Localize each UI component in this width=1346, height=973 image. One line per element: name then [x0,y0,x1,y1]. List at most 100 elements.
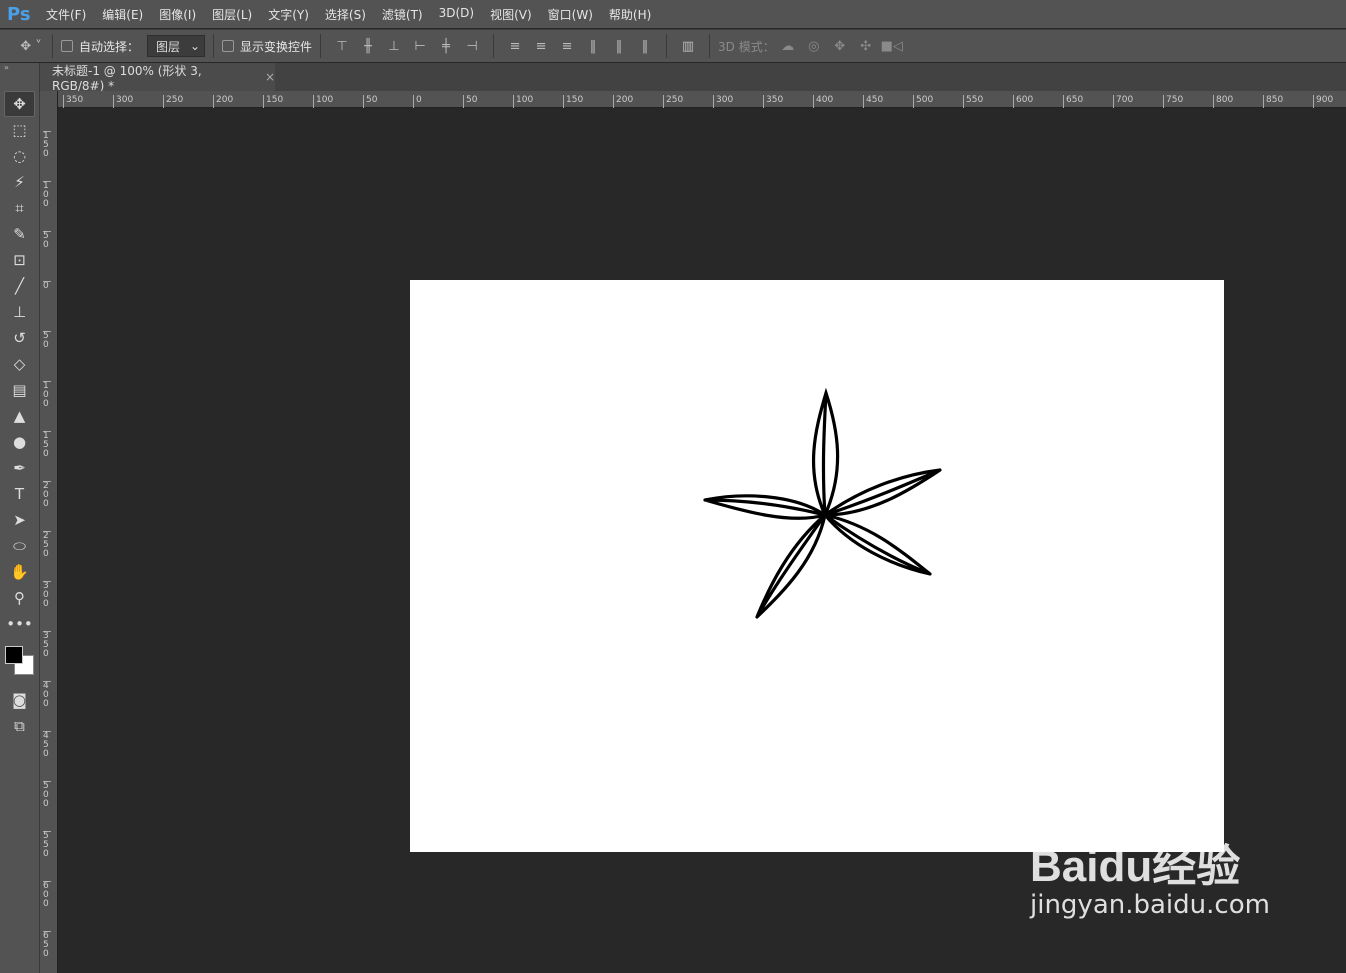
menu-9[interactable]: 窗口(W) [548,6,593,23]
align-vcenter-icon[interactable]: ╫ [355,39,381,54]
3d-slide-icon[interactable]: ✣ [853,39,879,54]
ruler-v-label: 50 [43,331,51,350]
3d-roll-icon[interactable]: ◎ [801,39,827,54]
distribute-bottom-icon[interactable]: ≡ [554,39,580,54]
horizontal-ruler[interactable]: 350 300 250 200 150 100 50 0 50 100 150 200 250 300 35… [58,91,1346,108]
pen-tool-icon[interactable]: ✒ [0,455,39,481]
screen-mode-icon[interactable]: ⧉ [0,713,39,739]
ruler-h-label: 50 [463,95,477,108]
3d-pan-icon[interactable]: ✥ [827,39,853,54]
distribute-vcenter-icon[interactable]: ≡ [528,39,554,54]
distribute-right-icon[interactable]: ‖ [632,39,658,54]
hand-tool-icon[interactable]: ✋ [0,559,39,585]
eraser-tool-icon[interactable]: ◇ [0,351,39,377]
ruler-v-label: 350 [43,631,51,659]
distribute-hcenter-icon[interactable]: ‖ [606,39,632,54]
ruler-h-label: 250 [663,95,683,108]
move-tool-icon[interactable]: ✥ ˅ [18,39,44,54]
menu-8[interactable]: 视图(V) [490,6,532,23]
ruler-h-label: 200 [213,95,233,108]
menu-6[interactable]: 滤镜(T) [382,6,423,23]
document-tab[interactable]: 未标题-1 @ 100% (形状 3, RGB/8#) * × [40,63,275,93]
menu-10[interactable]: 帮助(H) [609,6,651,23]
star-petal-top [811,387,840,517]
menu-4[interactable]: 文字(Y) [268,6,309,23]
menu-5[interactable]: 选择(S) [325,6,366,23]
dodge-tool-icon[interactable]: ● [0,429,39,455]
star-shape[interactable] [410,280,1224,852]
ruler-v-label: 250 [43,531,51,559]
toolbox: » ✥ ⬚ ◌ ⚡ ⌗ ✎ ⊡ ╱ ⊥ ↺ ◇ ▤ ▲ ● ✒ T ➤ ⬭ ✋ ⚲ ••• ◙ ⧉ [0,63,40,973]
document-tab-title: 未标题-1 @ 100% (形状 3, RGB/8#) * [52,63,202,93]
ruler-v-label: 100 [43,181,51,209]
menu-bar: Ps 文件(F) 编辑(E) 图像(I) 图层(L) 文字(Y) 选择(S) 滤镜(T) 3D… [0,0,1346,28]
ruler-v-label: 100 [43,381,51,409]
ruler-v-label: 600 [43,881,51,909]
ruler-h-label: 600 [1013,95,1033,108]
crop-tool-icon[interactable]: ⌗ [0,195,39,221]
ruler-v-label: 500 [43,781,51,809]
ruler-h-label: 650 [1063,95,1083,108]
ruler-v-label: 650 [43,931,51,959]
quick-mask-icon[interactable]: ◙ [0,687,39,713]
auto-align-icon[interactable]: ▥ [675,39,701,54]
distribute-left-icon[interactable]: ‖ [580,39,606,54]
path-select-tool-icon[interactable]: ➤ [0,507,39,533]
star-petal-lower-left [755,513,827,619]
patch-tool-icon[interactable]: ⊡ [0,247,39,273]
type-tool-icon[interactable]: T [0,481,39,507]
menu-1[interactable]: 编辑(E) [102,6,143,23]
history-brush-tool-icon[interactable]: ↺ [0,325,39,351]
marquee-tool-icon[interactable]: ⬚ [0,117,39,143]
eyedropper-tool-icon[interactable]: ✎ [0,221,39,247]
watermark-brand: Baidu经验 [1030,842,1241,891]
menu-3[interactable]: 图层(L) [212,6,252,23]
collapse-icon[interactable]: » [0,63,39,75]
auto-select-label: 自动选择： [79,39,140,54]
show-transform-checkbox[interactable] [222,40,235,52]
3d-camera-icon[interactable]: ■◁ [879,39,905,54]
watermark-url: jingyan.baidu.com [1030,890,1270,920]
photoshop-logo: Ps [7,3,31,25]
align-hcenter-icon[interactable]: ╪ [433,39,459,54]
blur-tool-icon[interactable]: ▲ [0,403,39,429]
menu-2[interactable]: 图像(I) [159,6,196,23]
ruler-h-label: 800 [1213,95,1233,108]
brush-tool-icon[interactable]: ╱ [0,273,39,299]
distribute-top-icon[interactable]: ≡ [502,39,528,54]
menu-0[interactable]: 文件(F) [46,6,86,23]
foreground-color-swatch[interactable] [5,646,23,664]
align-right-icon[interactable]: ⊣ [459,39,485,54]
layer-select-dropdown[interactable]: 图层 ⌄ [147,35,206,57]
close-icon[interactable]: × [265,70,275,84]
menu-7[interactable]: 3D(D) [439,6,474,23]
show-transform-label: 显示变换控件 [240,39,313,54]
ruler-h-label: 0 [413,95,422,108]
ruler-v-label: 450 [43,731,51,759]
ruler-h-label: 750 [1163,95,1183,108]
3d-rotate-icon[interactable]: ☁ [775,39,801,54]
ruler-h-label: 300 [113,95,133,108]
align-bottom-icon[interactable]: ⊥ [381,39,407,54]
move-tool-icon[interactable]: ✥ [4,91,35,117]
vertical-ruler[interactable]: 150 100 50 0 50 100 150 200 250 300 350 400 450 500 55… [40,91,58,973]
more-tool-icon[interactable]: ••• [0,611,39,637]
ruler-h-label: 550 [963,95,983,108]
lasso-tool-icon[interactable]: ◌ [0,143,39,169]
zoom-tool-icon[interactable]: ⚲ [0,585,39,611]
ellipse-tool-icon[interactable]: ⬭ [0,533,39,559]
layer-select-value: 图层 [156,39,181,54]
ruler-v-label: 400 [43,681,51,709]
ruler-v-label: 50 [43,231,51,250]
align-left-icon[interactable]: ⊢ [407,39,433,54]
magic-wand-tool-icon[interactable]: ⚡ [0,169,39,195]
ruler-h-label: 200 [613,95,633,108]
align-top-icon[interactable]: ⊤ [329,39,355,54]
ruler-h-label: 50 [363,95,377,108]
document-canvas[interactable] [410,280,1224,852]
ruler-h-label: 500 [913,95,933,108]
gradient-tool-icon[interactable]: ▤ [0,377,39,403]
ruler-v-label: 150 [43,131,51,159]
stamp-tool-icon[interactable]: ⊥ [0,299,39,325]
auto-select-checkbox[interactable] [61,40,73,52]
